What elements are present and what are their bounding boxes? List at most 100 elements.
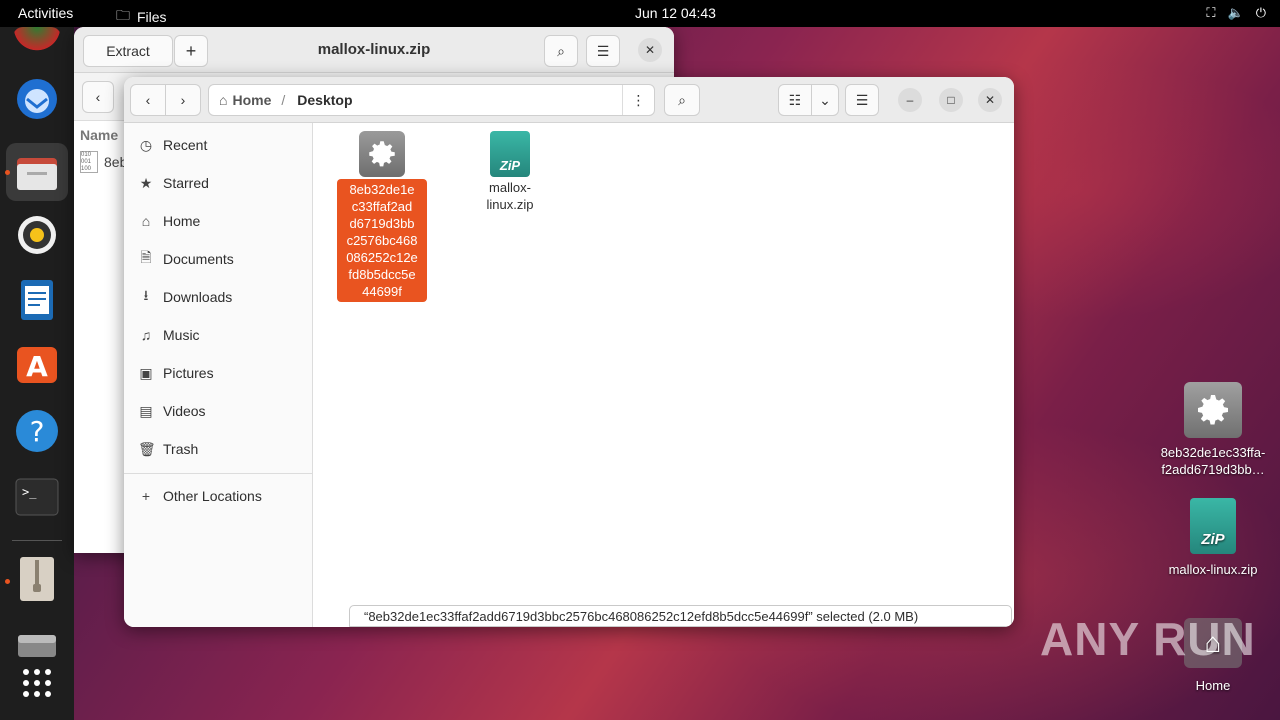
volume-icon: 🔈: [1227, 5, 1244, 20]
clock[interactable]: Jun 12 04:43: [635, 5, 716, 21]
sidebar-item-label: Documents: [163, 251, 234, 267]
sidebar-item-label: Starred: [163, 175, 209, 191]
sidebar-item-pictures[interactable]: ▣ Pictures: [124, 354, 313, 392]
archive-manager-icon[interactable]: [13, 555, 61, 603]
sidebar-item-label: Trash: [163, 441, 199, 457]
files-headerbar: ‹ › ⌂ Home / Desktop ⋮ ⌕ ☷ ⌄ ☰ – □ ✕: [124, 77, 1014, 123]
svg-text:A: A: [26, 350, 48, 383]
files-window[interactable]: ‹ › ⌂ Home / Desktop ⋮ ⌕ ☷ ⌄ ☰ – □ ✕ ◷ Re…: [124, 77, 1014, 627]
sidebar-item-home[interactable]: ⌂ Home: [124, 202, 313, 240]
document-icon: 🗎: [140, 249, 152, 265]
watermark: ANY RUN: [1040, 613, 1256, 665]
sidebar-item-downloads[interactable]: ⭳ Downloads: [124, 278, 313, 316]
chevron-left-icon: ‹: [145, 92, 151, 108]
sidebar-item-videos[interactable]: ▤ Videos: [124, 392, 313, 430]
close-button[interactable]: ✕: [638, 38, 662, 62]
music-icon: ♫: [140, 327, 152, 343]
menu-button[interactable]: ☰: [586, 35, 620, 67]
dock: A ? >_: [0, 27, 74, 720]
search-icon: ⌕: [557, 42, 565, 59]
network-icon: ⛶: [1206, 5, 1216, 20]
view-list-button[interactable]: ☷: [778, 84, 812, 116]
sidebar-item-starred[interactable]: ★ Starred: [124, 164, 313, 202]
sidebar-item-recent[interactable]: ◷ Recent: [124, 126, 313, 164]
desktop-item-label: mallox-linux.zip: [1168, 562, 1258, 577]
list-view-icon: ☷: [788, 91, 802, 108]
file-label: 8eb32de1e c33ffaf2ad d6719d3bb c2576bc46…: [337, 179, 427, 302]
sidebar-item-label: Home: [163, 213, 201, 229]
path-home[interactable]: ⌂ Home: [209, 92, 281, 108]
sidebar-item-trash[interactable]: 🗑 Trash: [124, 430, 313, 468]
writer-icon[interactable]: [13, 276, 61, 324]
close-button[interactable]: ✕: [978, 88, 1002, 112]
sidebar-item-other-locations[interactable]: + Other Locations: [124, 477, 313, 515]
gear-icon: [359, 131, 405, 177]
home-icon: ⌂: [219, 92, 228, 108]
desktop-item-zip[interactable]: ZiP mallox-linux.zip: [1150, 498, 1276, 577]
app-menu[interactable]: 🗀 Files: [116, 5, 167, 29]
file-item-selected[interactable]: 8eb32de1e c33ffaf2ad d6719d3bb c2576bc46…: [337, 131, 427, 302]
close-icon: ✕: [644, 43, 656, 57]
video-icon: ▤: [139, 402, 153, 419]
activities-button[interactable]: Activities: [18, 5, 73, 21]
trash-icon: 🗑: [138, 440, 156, 457]
home-icon: ⌂: [141, 213, 151, 229]
path-menu-button[interactable]: ⋮: [622, 85, 654, 115]
back-button[interactable]: ‹: [82, 81, 114, 113]
search-icon: ⌕: [678, 91, 686, 108]
maximize-button[interactable]: □: [939, 88, 963, 112]
sidebar-item-music[interactable]: ♫ Music: [124, 316, 313, 354]
rhythmbox-icon[interactable]: [13, 211, 61, 259]
file-item[interactable]: ZiP mallox- linux.zip: [465, 131, 555, 213]
hamburger-icon: ☰: [855, 91, 869, 108]
binary-file-icon: 010 001 100: [80, 151, 98, 173]
close-icon: ✕: [984, 93, 996, 107]
window-title: mallox-linux.zip: [317, 41, 431, 58]
clock-icon: ◷: [139, 136, 153, 153]
search-button[interactable]: ⌕: [544, 35, 578, 67]
file-view[interactable]: 8eb32de1e c33ffaf2ad d6719d3bb c2576bc46…: [313, 123, 1014, 627]
software-icon[interactable]: A: [13, 341, 61, 389]
list-item[interactable]: 010 001 100 8eb: [80, 151, 127, 173]
files-icon[interactable]: [6, 143, 68, 201]
sidebar-item-label: Other Locations: [163, 488, 262, 504]
file-label: mallox- linux.zip: [486, 180, 534, 212]
running-indicator: [5, 170, 10, 175]
main-menu-button[interactable]: ☰: [845, 84, 879, 116]
view-options-button[interactable]: ⌄: [811, 84, 839, 116]
archive-headerbar: Extract + mallox-linux.zip ⌕ ☰ ✕: [74, 27, 674, 73]
zip-icon: ZiP: [490, 131, 530, 177]
desktop-item-executable[interactable]: 8eb32de1ec33ffa- f2add6719d3bb…: [1150, 382, 1276, 478]
minimize-icon: –: [906, 93, 914, 107]
back-button[interactable]: ‹: [130, 84, 166, 116]
zip-icon: ZiP: [1190, 498, 1236, 554]
column-header-name[interactable]: Name: [80, 127, 118, 143]
download-icon: ⭳: [143, 287, 149, 303]
sidebar-item-label: Recent: [163, 137, 208, 153]
app-grid-icon[interactable]: [13, 659, 61, 707]
search-button[interactable]: ⌕: [664, 84, 700, 116]
sidebar: ◷ Recent ★ Starred ⌂ Home 🗎 Documents ⭳ Downl…: [124, 123, 313, 627]
power-icon: ⏻: [1255, 5, 1266, 20]
path-bar: ⌂ Home / Desktop ⋮: [208, 84, 655, 116]
folder-icon: 🗀: [116, 7, 130, 23]
chevron-down-icon: ⌄: [819, 91, 831, 108]
chrome-icon[interactable]: [13, 27, 61, 57]
plus-icon: +: [141, 488, 151, 504]
running-indicator: [5, 579, 10, 584]
svg-text:?: ?: [30, 415, 45, 448]
desktop-item-label: Home: [1195, 678, 1231, 693]
minimize-button[interactable]: –: [898, 88, 922, 112]
system-tray[interactable]: ⛶ 🔈 ⏻: [1206, 5, 1266, 21]
help-icon[interactable]: ?: [13, 407, 61, 455]
kebab-icon: ⋮: [631, 91, 646, 108]
sidebar-item-documents[interactable]: 🗎 Documents: [124, 240, 313, 278]
chevron-left-icon: ‹: [95, 89, 101, 105]
forward-button[interactable]: ›: [165, 84, 201, 116]
sidebar-item-label: Pictures: [163, 365, 214, 381]
terminal-icon[interactable]: >_: [13, 473, 61, 521]
thunderbird-icon[interactable]: [13, 75, 61, 123]
app-name: Files: [137, 9, 167, 25]
path-desktop[interactable]: Desktop: [285, 92, 364, 108]
star-icon: ★: [139, 174, 153, 191]
